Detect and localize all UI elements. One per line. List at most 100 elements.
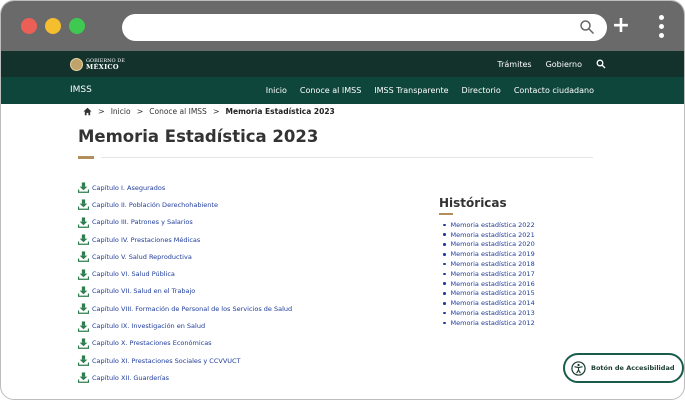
historica-link[interactable]: Memoria estadística 2019 [451, 250, 535, 258]
chapter-item: Capítulo III. Patrones y Salarios [78, 214, 292, 231]
historica-item: Memoria estadística 2021 [443, 230, 535, 240]
historica-item: Memoria estadística 2019 [443, 249, 535, 259]
gov-header: GOBIERNO DE MÉXICO Trámites Gobierno [1, 51, 684, 77]
chapter-link[interactable]: Capítulo VIII. Formación de Personal de … [92, 305, 292, 313]
home-icon[interactable] [83, 107, 92, 116]
download-icon[interactable] [78, 303, 89, 315]
historica-link[interactable]: Memoria estadística 2015 [451, 289, 535, 297]
chapter-list: Capítulo I. Asegurados Capítulo II. Pobla… [78, 179, 292, 387]
historica-link[interactable]: Memoria estadística 2017 [451, 270, 535, 278]
historica-item: Memoria estadística 2020 [443, 240, 535, 250]
new-tab-button[interactable]: + [611, 13, 631, 39]
historica-item: Memoria estadística 2012 [443, 318, 535, 328]
gobierno-link[interactable]: Gobierno [546, 60, 582, 69]
historicas-accent-bar [439, 213, 453, 215]
imss-header: IMSS Inicio Conoce al IMSS IMSS Transpar… [1, 77, 684, 104]
logo-main-text: MÉXICO [86, 63, 119, 71]
chapter-link[interactable]: Capítulo VII. Salud en el Trabajo [92, 287, 195, 295]
historica-link[interactable]: Memoria estadística 2021 [451, 231, 535, 239]
download-icon[interactable] [78, 372, 89, 384]
nav-contacto-ciudadano[interactable]: Contacto ciudadano [514, 86, 594, 95]
historica-link[interactable]: Memoria estadística 2020 [451, 240, 535, 248]
chapter-item: Capítulo IV. Prestaciones Médicas [78, 231, 292, 248]
download-icon[interactable] [78, 269, 89, 280]
accessibility-button[interactable]: Botón de Accesibilidad [563, 353, 684, 383]
close-window-button[interactable] [21, 18, 37, 34]
download-icon[interactable] [78, 338, 89, 349]
chapter-item: Capítulo XI. Prestaciones Sociales y CCV… [78, 352, 292, 369]
chapter-link[interactable]: Capítulo XI. Prestaciones Sociales y CCV… [92, 357, 241, 365]
chapter-item: Capítulo IX. Investigación en Salud [78, 317, 292, 334]
historica-item: Memoria estadística 2022 [443, 220, 535, 230]
kebab-menu-icon[interactable] [657, 15, 665, 41]
historica-item: Memoria estadística 2013 [443, 308, 535, 318]
historicas-list: Memoria estadística 2022 Memoria estadíst… [443, 220, 535, 328]
chapter-link[interactable]: Capítulo II. Población Derechohabiente [92, 201, 218, 209]
breadcrumb-current: Memoria Estadística 2023 [225, 106, 335, 116]
historica-link[interactable]: Memoria estadística 2012 [451, 319, 535, 327]
browser-toolbar: + [1, 1, 684, 51]
chapter-item: Capítulo I. Asegurados [78, 179, 292, 196]
search-icon[interactable] [596, 59, 606, 69]
nav-directorio[interactable]: Directorio [462, 86, 501, 95]
historica-item: Memoria estadística 2014 [443, 298, 535, 308]
chapter-item: Capítulo II. Población Derechohabiente [78, 196, 292, 213]
chapter-link[interactable]: Capítulo IV. Prestaciones Médicas [92, 236, 200, 244]
download-icon[interactable] [78, 320, 89, 332]
chapter-link[interactable]: Capítulo IX. Investigación en Salud [92, 322, 205, 330]
chapter-link[interactable]: Capítulo V. Salud Reproductiva [92, 253, 192, 261]
historica-item: Memoria estadística 2017 [443, 269, 535, 279]
nav-imss-transparente[interactable]: IMSS Transparente [374, 86, 448, 95]
address-bar[interactable] [122, 14, 607, 41]
download-icon[interactable] [78, 217, 89, 228]
breadcrumb-separator: > [136, 106, 144, 116]
browser-window: + GOBIERNO DE MÉXICO Trámites Gobierno I… [0, 0, 685, 400]
download-icon[interactable] [78, 199, 89, 211]
historica-link[interactable]: Memoria estadística 2022 [451, 221, 535, 229]
title-divider [101, 157, 593, 158]
chapter-link[interactable]: Capítulo XII. Guarderías [92, 374, 169, 382]
seal-icon [70, 57, 83, 71]
tramites-link[interactable]: Trámites [497, 60, 531, 69]
title-accent-bar [78, 156, 94, 159]
breadcrumb-inicio[interactable]: Inicio [111, 107, 131, 116]
breadcrumb-conoce-imss[interactable]: Conoce al IMSS [149, 107, 207, 116]
chapter-item: Capítulo V. Salud Reproductiva [78, 248, 292, 265]
historica-link[interactable]: Memoria estadística 2016 [451, 280, 535, 288]
chapter-link[interactable]: Capítulo III. Patrones y Salarios [92, 218, 193, 226]
historica-item: Memoria estadística 2018 [443, 259, 535, 269]
chapter-link[interactable]: Capítulo VI. Salud Pública [92, 270, 175, 278]
historica-item: Memoria estadística 2016 [443, 279, 535, 289]
chapter-item: Capítulo VIII. Formación de Personal de … [78, 300, 292, 317]
breadcrumb: > Inicio > Conoce al IMSS > Memoria Esta… [83, 105, 335, 117]
imss-brand[interactable]: IMSS [70, 77, 92, 104]
accessibility-icon [571, 360, 586, 376]
chapter-item: Capítulo VII. Salud en el Trabajo [78, 283, 292, 300]
nav-conoce-imss[interactable]: Conoce al IMSS [300, 86, 361, 95]
search-icon[interactable] [579, 19, 595, 35]
plus-icon: + [611, 13, 631, 38]
chapter-item: Capítulo VI. Salud Pública [78, 265, 292, 282]
download-icon[interactable] [78, 182, 89, 194]
breadcrumb-separator: > [98, 106, 105, 116]
chapter-link[interactable]: Capítulo X. Prestaciones Económicas [92, 339, 212, 347]
historica-item: Memoria estadística 2015 [443, 289, 535, 299]
gobierno-logo[interactable]: GOBIERNO DE MÉXICO [70, 56, 125, 72]
download-icon[interactable] [78, 251, 89, 263]
download-icon[interactable] [78, 286, 89, 297]
historica-link[interactable]: Memoria estadística 2014 [451, 299, 535, 307]
gov-links: Trámites Gobierno [497, 51, 606, 77]
maximize-window-button[interactable] [69, 18, 85, 34]
chapter-item: Capítulo X. Prestaciones Económicas [78, 335, 292, 352]
historica-link[interactable]: Memoria estadística 2013 [451, 309, 535, 317]
download-icon[interactable] [78, 355, 89, 366]
historica-link[interactable]: Memoria estadística 2018 [451, 260, 535, 268]
download-icon[interactable] [78, 234, 89, 245]
main-nav: Inicio Conoce al IMSS IMSS Transparente … [266, 77, 594, 104]
nav-inicio[interactable]: Inicio [266, 86, 287, 95]
minimize-window-button[interactable] [45, 18, 61, 34]
breadcrumb-separator: > [212, 106, 220, 116]
historicas-title: Históricas [439, 196, 507, 210]
page-title: Memoria Estadística 2023 [78, 127, 319, 146]
chapter-link[interactable]: Capítulo I. Asegurados [92, 184, 165, 192]
